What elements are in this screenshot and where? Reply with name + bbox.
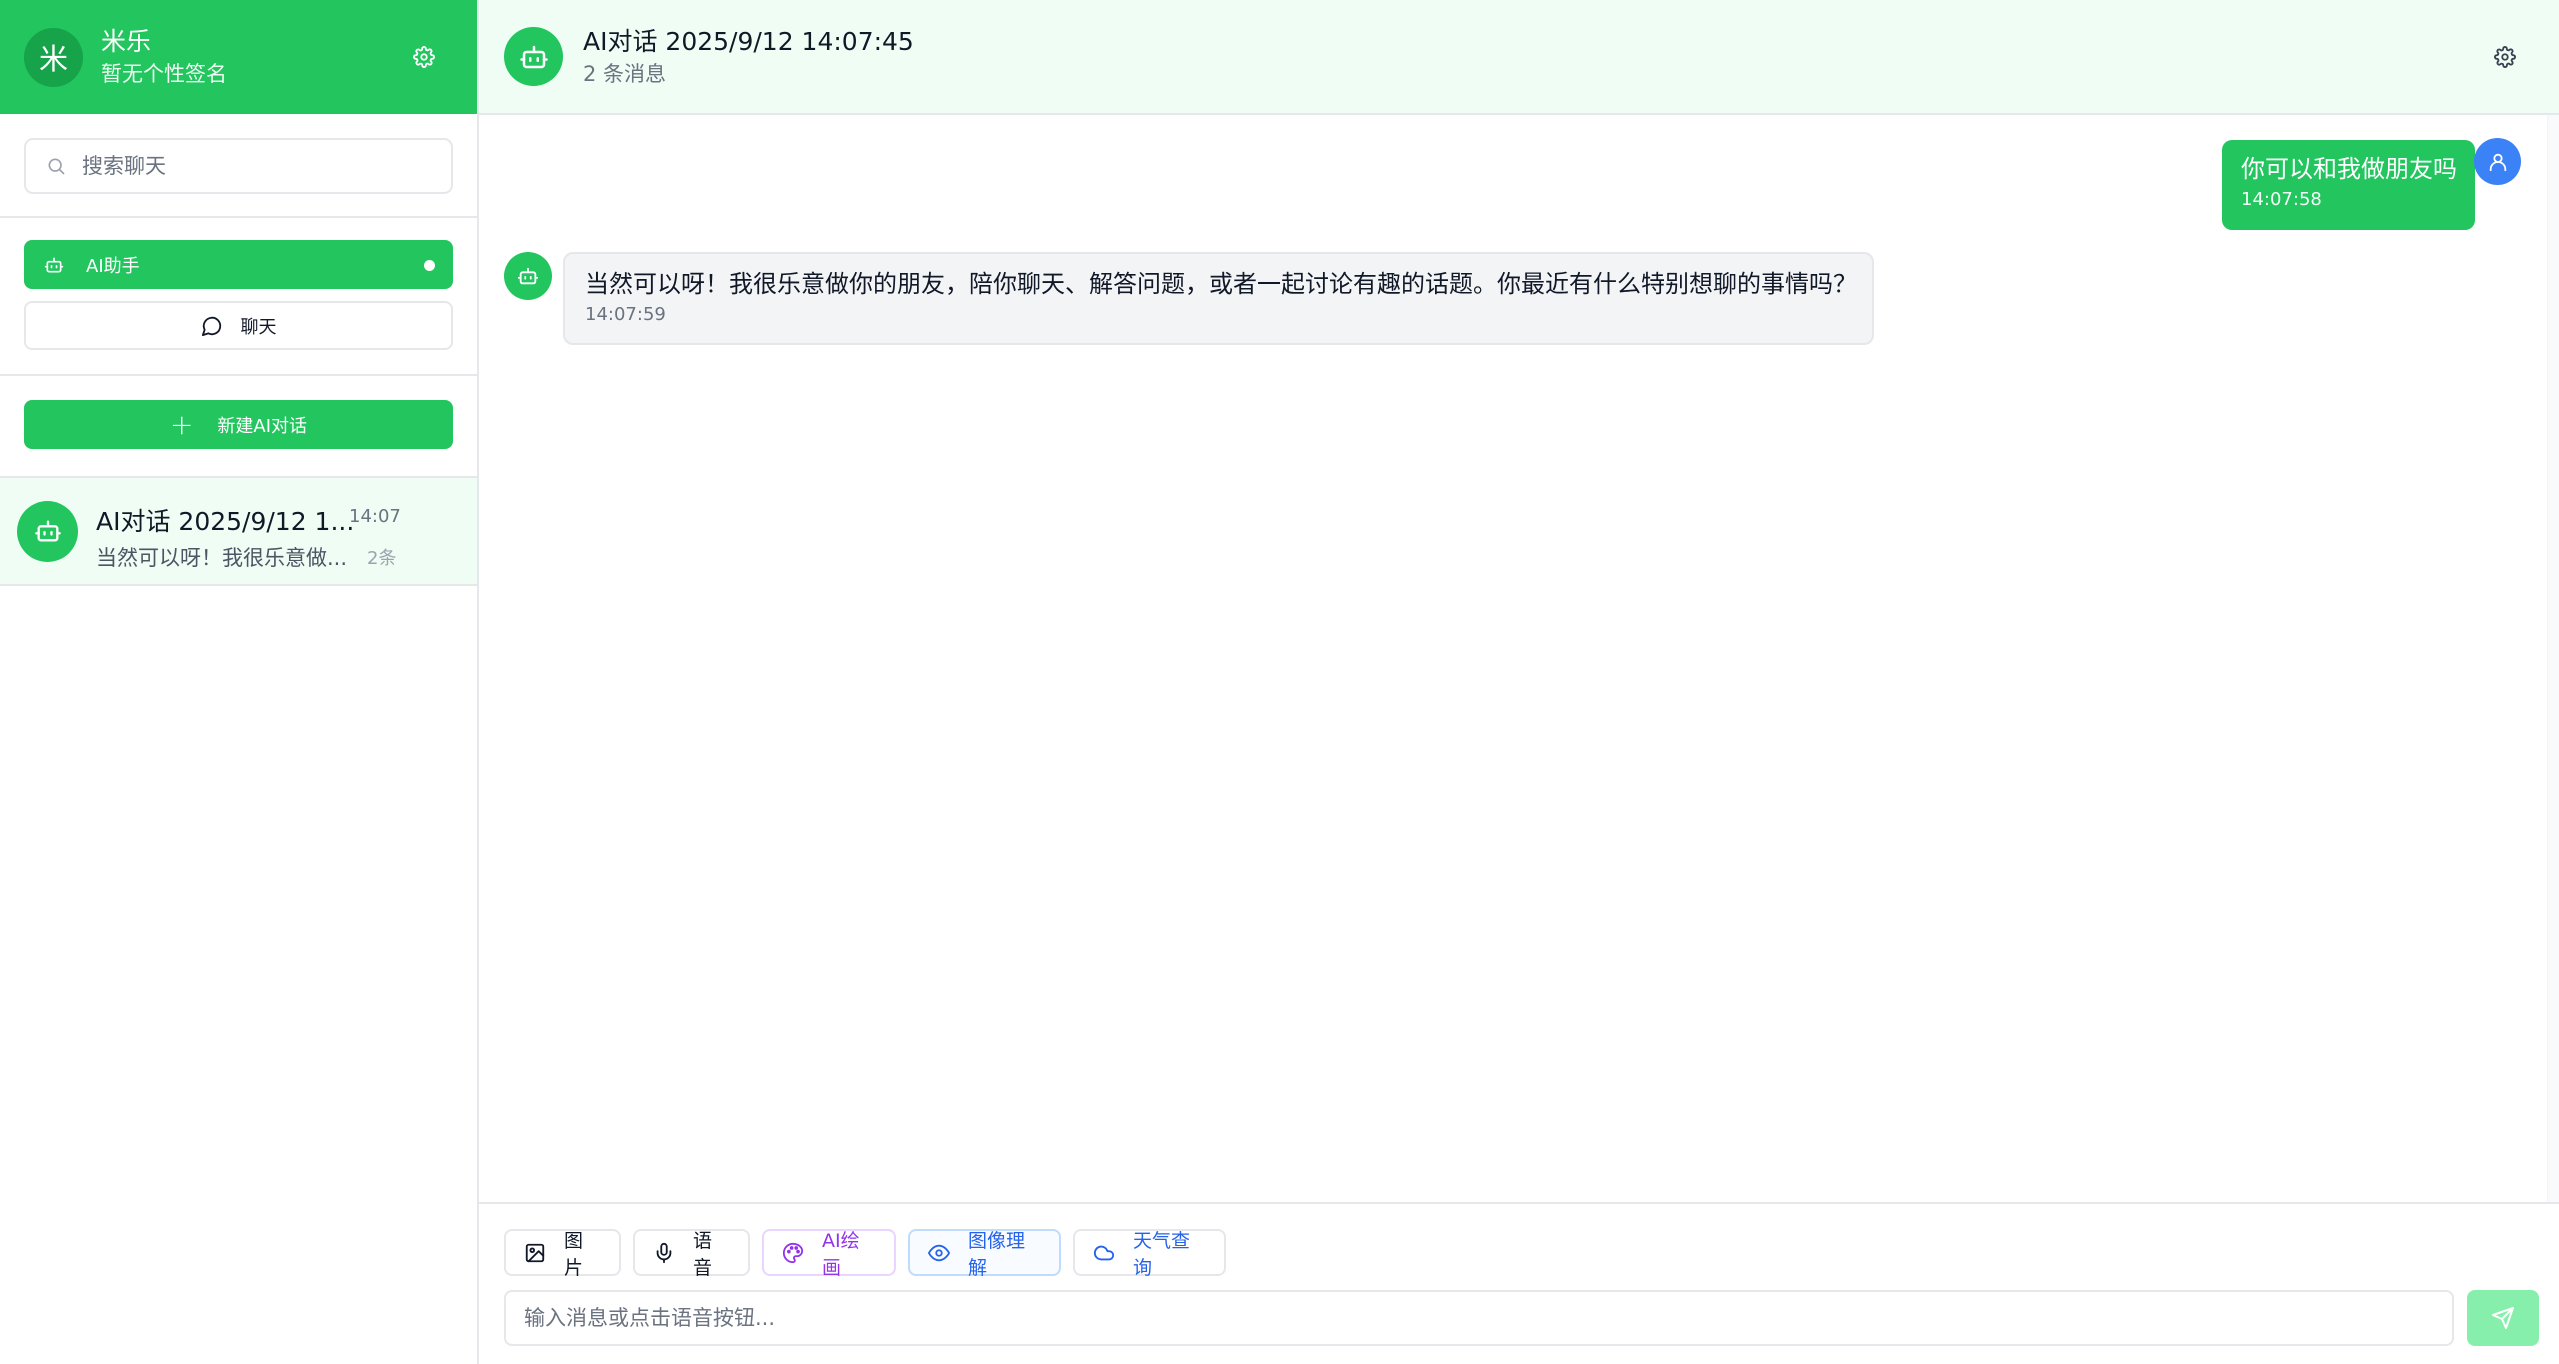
message-scrollbar[interactable] [2547,115,2559,1202]
chat-message-count: 2 条消息 [583,61,667,86]
new-ai-chat-label: 新建AI对话 [217,415,308,437]
conversation-preview: 当然可以呀！我很乐意做... [96,546,348,570]
search-input[interactable] [82,154,451,178]
robot-icon [44,255,64,275]
send-icon [2491,1306,2515,1330]
gear-icon[interactable] [2489,41,2521,73]
chat-mode-button[interactable]: 聊天 [24,301,453,350]
image-tool-button[interactable]: 图片 [504,1229,621,1279]
assistant-message-text: 当然可以呀！我很乐意做你的朋友，陪你聊天、解答问题，或者一起讨论有趣的话题。你最… [585,270,1857,298]
chat-mode-label: 聊天 [240,316,277,338]
user-avatar[interactable]: 米 [24,27,83,87]
sidebar-header: 米 米乐 暂无个性签名 [0,0,477,114]
plus-icon: + [169,407,194,441]
weather-tool-label: 天气查询 [1133,1229,1191,1279]
message-list[interactable]: 你可以和我做朋友吗 14:07:58 当然可以呀！我很乐意做你的朋友，陪你聊天、… [479,115,2559,1202]
ai-drawing-tool-label: AI绘画 [822,1229,860,1279]
robot-icon [504,252,552,300]
send-button[interactable] [2467,1290,2539,1346]
image-tool-label: 图片 [564,1229,584,1279]
ai-assistant-mode-label: AI助手 [86,255,140,277]
ai-drawing-tool-button[interactable]: AI绘画 [762,1229,896,1279]
conversation-title: AI对话 2025/9/12 1... [96,507,355,536]
assistant-message-bubble: 当然可以呀！我很乐意做你的朋友，陪你聊天、解答问题，或者一起讨论有趣的话题。你最… [563,252,1874,345]
voice-tool-label: 语音 [693,1229,713,1279]
weather-tool-button[interactable]: 天气查询 [1073,1229,1226,1279]
user-message-bubble: 你可以和我做朋友吗 14:07:58 [2222,140,2475,230]
mode-switcher: AI助手 聊天 [0,218,477,376]
new-chat-section: + 新建AI对话 [0,376,477,478]
assistant-message-time: 14:07:59 [585,304,666,325]
user-name: 米乐 [101,27,152,56]
message-circle-icon [201,315,223,337]
user-message-text: 你可以和我做朋友吗 [2241,155,2457,183]
tool-bar: 图片 语音 AI绘画 图像理解 天气查询 [504,1229,1238,1279]
user-message-time: 14:07:58 [2241,189,2322,210]
gear-icon[interactable] [408,41,440,73]
image-icon [524,1242,546,1264]
sidebar: 米 米乐 暂无个性签名 搜索聊天 AI助手 聊天 + 新建AI对话 AI对话 2… [0,0,479,1364]
robot-icon [17,500,78,562]
user-icon [2474,138,2521,185]
user-info: 米乐 暂无个性签名 [101,25,227,89]
chat-title-block: AI对话 2025/9/12 14:07:45 2 条消息 [583,25,914,89]
cloud-icon [1093,1242,1115,1264]
palette-icon [782,1242,804,1264]
voice-tool-button[interactable]: 语音 [633,1229,750,1279]
search-box[interactable] [24,138,453,194]
active-indicator-dot [424,260,435,271]
search-section [0,114,477,218]
robot-icon [504,27,563,86]
chat-main: AI对话 2025/9/12 14:07:45 2 条消息 你可以和我做朋友吗 … [479,0,2559,1364]
search-icon [46,156,66,176]
chat-header: AI对话 2025/9/12 14:07:45 2 条消息 [479,0,2559,115]
conversation-time: 14:07 [349,506,401,527]
composer: 图片 语音 AI绘画 图像理解 天气查询 输入消息或点击语音按钮... [479,1202,2559,1364]
image-understanding-tool-button[interactable]: 图像理解 [908,1229,1061,1279]
image-understanding-tool-label: 图像理解 [968,1229,1026,1279]
conversation-message-count: 2条 [367,548,397,569]
microphone-icon [653,1242,675,1264]
message-input[interactable] [504,1290,2454,1346]
ai-assistant-mode-button[interactable]: AI助手 [24,240,453,289]
user-signature: 暂无个性签名 [101,62,227,86]
eye-icon [928,1242,950,1264]
conversation-list-item[interactable]: AI对话 2025/9/12 1... 14:07 当然可以呀！我很乐意做...… [0,478,477,586]
chat-title: AI对话 2025/9/12 14:07:45 [583,26,914,56]
new-ai-chat-button[interactable]: + 新建AI对话 [24,400,453,449]
